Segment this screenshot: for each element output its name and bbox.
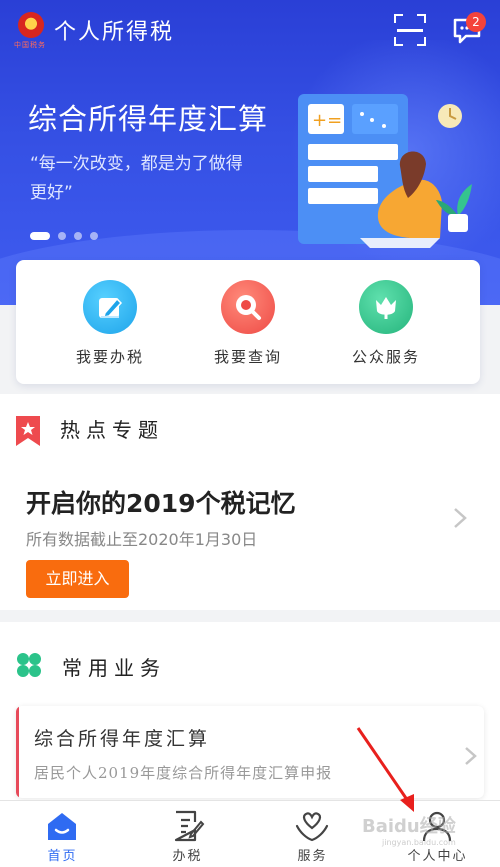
banner-illustration: += <box>298 94 472 248</box>
tax-emblem-icon <box>18 12 44 38</box>
carousel-dot <box>58 232 66 240</box>
quick-action-label: 公众服务 <box>351 348 420 366</box>
quick-action-label: 我要查询 <box>213 348 282 366</box>
nav-label: 办税 <box>172 849 203 864</box>
chevron-right-icon[interactable] <box>452 507 468 529</box>
emblem-caption: 中国税务 <box>14 41 46 49</box>
message-badge: 2 <box>466 12 486 32</box>
svg-text:+=: += <box>312 110 342 131</box>
app-title: 个人所得税 <box>54 20 175 45</box>
tulip-icon <box>359 280 413 334</box>
quick-action-query[interactable]: 我要查询 <box>188 280 308 376</box>
home-icon <box>48 813 76 840</box>
heart-hands-icon <box>295 812 329 842</box>
quick-actions-card: 我要办税 我要查询 公众服务 <box>16 260 480 384</box>
hot-topic-headline[interactable]: 开启你的2019个税记忆 <box>26 484 296 520</box>
enter-now-button[interactable]: 立即进入 <box>26 560 129 598</box>
carousel-dot-active <box>30 232 50 240</box>
nav-label: 服务 <box>297 849 328 864</box>
carousel-dot <box>90 232 98 240</box>
banner-title: 综合所得年度汇算 <box>28 102 269 136</box>
nav-label: 个人中心 <box>407 849 468 864</box>
quick-action-label: 我要办税 <box>75 348 144 366</box>
hot-topic-subtext: 所有数据截止至2020年1月30日 <box>26 530 258 549</box>
nav-label: 首页 <box>47 849 78 864</box>
common-services-section: 常用业务 综合所得年度汇算 居民个人2019年度综合所得年度汇算申报 <box>0 622 500 802</box>
user-icon <box>422 811 452 842</box>
top-bar: 中国税务 个人所得税 2 <box>0 0 500 62</box>
quick-action-public-services[interactable]: 公众服务 <box>326 280 446 376</box>
nav-item-file-tax[interactable]: 办税 <box>125 801 250 867</box>
nav-item-home[interactable]: 首页 <box>0 801 125 867</box>
pencil-document-icon <box>83 280 137 334</box>
nav-item-personal-center[interactable]: 个人中心 <box>375 801 500 867</box>
service-card-title: 综合所得年度汇算 <box>34 728 211 750</box>
bottom-navigation: 首页 办税 服务 个人中心 <box>0 800 500 867</box>
clover-icon <box>17 653 41 677</box>
magnifier-icon <box>221 280 275 334</box>
card-accent <box>16 706 19 798</box>
service-card-description: 居民个人2019年度综合所得年度汇算申报 <box>34 764 333 782</box>
nav-item-services[interactable]: 服务 <box>250 801 375 867</box>
carousel-dot <box>74 232 82 240</box>
document-icon <box>174 810 205 842</box>
section-title: 常用业务 <box>62 656 166 680</box>
quick-action-file-tax[interactable]: 我要办税 <box>50 280 170 376</box>
chevron-right-icon <box>465 747 477 765</box>
section-title: 热点专题 <box>60 418 164 442</box>
service-card-annual-settlement[interactable]: 综合所得年度汇算 居民个人2019年度综合所得年度汇算申报 <box>16 706 484 798</box>
hot-topics-section: 热点专题 开启你的2019个税记忆 所有数据截止至2020年1月30日 立即进入 <box>0 394 500 610</box>
bookmark-star-icon <box>16 416 40 446</box>
scan-icon[interactable] <box>394 14 426 46</box>
banner-quote: “每一次改变，都是为了做得更好” <box>30 154 243 203</box>
